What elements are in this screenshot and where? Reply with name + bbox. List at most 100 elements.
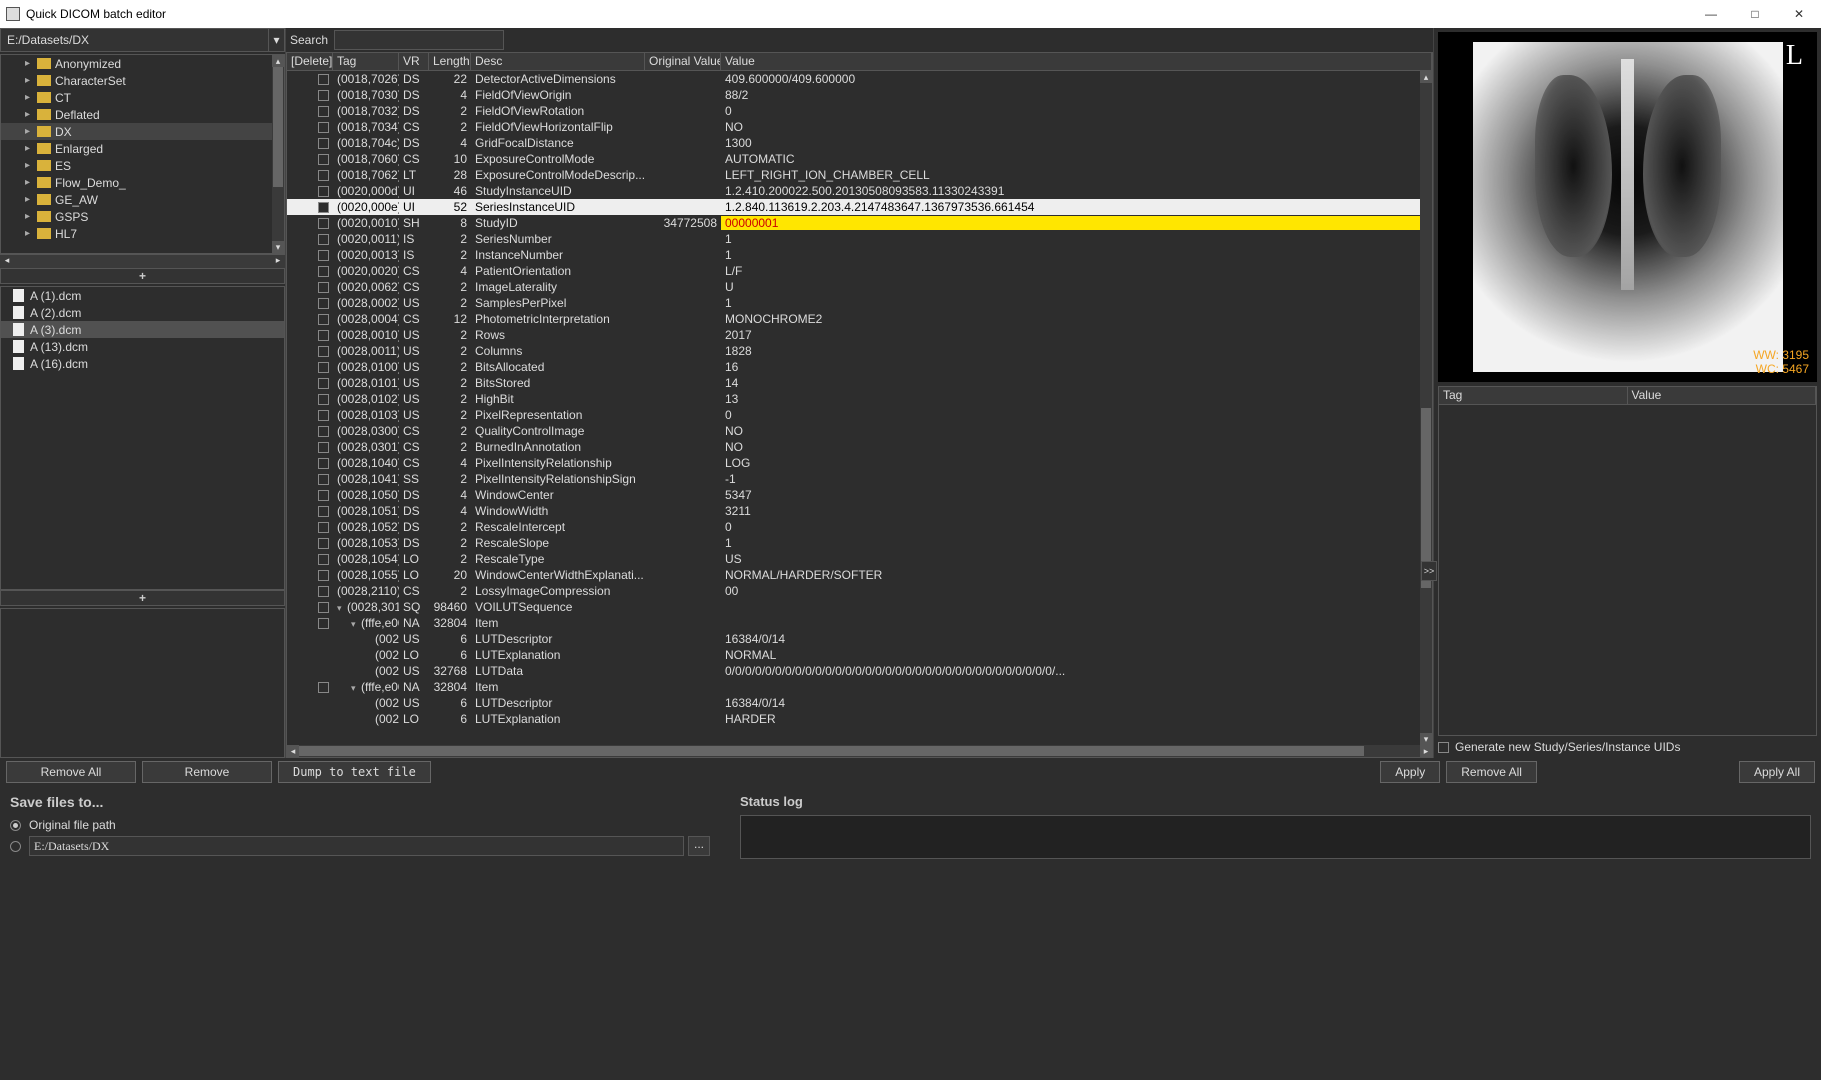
- tag-value[interactable]: HARDER: [721, 712, 1420, 726]
- tag-row[interactable]: (0020,0011)IS2SeriesNumber1: [287, 231, 1420, 247]
- tag-row[interactable]: (0028,1040)CS4PixelIntensityRelationship…: [287, 455, 1420, 471]
- delete-checkbox[interactable]: [318, 186, 329, 197]
- delete-checkbox[interactable]: [318, 394, 329, 405]
- tag-value[interactable]: 1.2.840.113619.2.203.4.2147483647.136797…: [721, 200, 1420, 214]
- delete-checkbox[interactable]: [318, 234, 329, 245]
- tag-value[interactable]: 0: [721, 104, 1420, 118]
- tag-row[interactable]: (0028,0100)US2BitsAllocated16: [287, 359, 1420, 375]
- col-value[interactable]: Value: [1628, 387, 1817, 404]
- tag-row[interactable]: (0028,0300)CS2QualityControlImageNO: [287, 423, 1420, 439]
- tag-value[interactable]: 1: [721, 248, 1420, 262]
- folder-tree[interactable]: ▸Anonymized▸CharacterSet▸CT▸Deflated▸DX▸…: [0, 54, 285, 254]
- tag-value[interactable]: 88/2: [721, 88, 1420, 102]
- tag-row[interactable]: (0018,7026)DS22DetectorActiveDimensions4…: [287, 71, 1420, 87]
- tag-value[interactable]: NORMAL/HARDER/SOFTER: [721, 568, 1420, 582]
- delete-checkbox[interactable]: [318, 362, 329, 373]
- delete-checkbox[interactable]: [318, 266, 329, 277]
- tag-row[interactable]: (0028,1053)DS2RescaleSlope1: [287, 535, 1420, 551]
- tag-row[interactable]: (0020,0062)CS2ImageLateralityU: [287, 279, 1420, 295]
- tag-value[interactable]: 14: [721, 376, 1420, 390]
- tag-value[interactable]: MONOCHROME2: [721, 312, 1420, 326]
- delete-checkbox[interactable]: [318, 170, 329, 181]
- radio-original-path[interactable]: [10, 820, 21, 831]
- delete-checkbox[interactable]: [318, 202, 329, 213]
- delete-checkbox[interactable]: [318, 602, 329, 613]
- tag-row[interactable]: (0018,7032)DS2FieldOfViewRotation0: [287, 103, 1420, 119]
- col-length[interactable]: Length: [429, 53, 471, 70]
- tag-row[interactable]: (0028,0102)US2HighBit13: [287, 391, 1420, 407]
- tag-row[interactable]: (0028,0011)US2Columns1828: [287, 343, 1420, 359]
- tag-value[interactable]: 16384/0/14: [721, 632, 1420, 646]
- folder-item[interactable]: ▸Enlarged: [1, 140, 272, 157]
- file-item[interactable]: A (3).dcm: [1, 321, 284, 338]
- expand-button[interactable]: >>: [1421, 561, 1437, 581]
- tag-value[interactable]: 00: [721, 584, 1420, 598]
- scroll-right-icon[interactable]: ▸: [271, 255, 285, 268]
- path-dropdown-icon[interactable]: ▾: [268, 29, 284, 51]
- tag-value[interactable]: 2017: [721, 328, 1420, 342]
- chevron-down-icon[interactable]: ▾: [337, 603, 347, 614]
- delete-checkbox[interactable]: [318, 218, 329, 229]
- close-button[interactable]: ✕: [1777, 0, 1821, 28]
- scroll-down-icon[interactable]: ▾: [1420, 733, 1432, 745]
- col-tag[interactable]: Tag: [1439, 387, 1628, 404]
- col-delete[interactable]: [Delete]: [287, 53, 333, 70]
- delete-checkbox[interactable]: [318, 346, 329, 357]
- tag-row[interactable]: (0020,000d)UI46StudyInstanceUID1.2.410.2…: [287, 183, 1420, 199]
- chevron-down-icon[interactable]: ▾: [351, 683, 361, 694]
- tag-value[interactable]: U: [721, 280, 1420, 294]
- delete-checkbox[interactable]: [318, 122, 329, 133]
- tag-row[interactable]: (0028,1050)DS4WindowCenter5347: [287, 487, 1420, 503]
- status-log[interactable]: [740, 815, 1811, 859]
- add-file-button[interactable]: +: [0, 590, 285, 606]
- delete-checkbox[interactable]: [318, 618, 329, 629]
- tag-row[interactable]: (0028,2110)CS2LossyImageCompression00: [287, 583, 1420, 599]
- tag-value[interactable]: NO: [721, 120, 1420, 134]
- image-preview[interactable]: L WW: 3195 WC: 5467: [1438, 32, 1817, 382]
- folder-item[interactable]: ▸CharacterSet: [1, 72, 272, 89]
- scroll-up-icon[interactable]: ▴: [272, 55, 284, 67]
- tag-value[interactable]: -1: [721, 472, 1420, 486]
- delete-checkbox[interactable]: [318, 106, 329, 117]
- tag-row[interactable]: (0028,1055)LO20WindowCenterWidthExplanat…: [287, 567, 1420, 583]
- file-item[interactable]: A (2).dcm: [1, 304, 284, 321]
- path-input[interactable]: [1, 29, 268, 51]
- tag-row[interactable]: ▾(0028,3010)SQ98460VOILUTSequence: [287, 599, 1420, 615]
- tag-row[interactable]: (0028,30...US6LUTDescriptor16384/0/14: [287, 695, 1420, 711]
- tag-table[interactable]: [Delete] Tag VR Length Desc Original Val…: [286, 52, 1433, 758]
- delete-checkbox[interactable]: [318, 570, 329, 581]
- add-folder-button[interactable]: +: [0, 268, 285, 284]
- scroll-up-icon[interactable]: ▴: [1420, 71, 1432, 83]
- tag-row[interactable]: (0028,1052)DS2RescaleIntercept0: [287, 519, 1420, 535]
- path-combobox[interactable]: ▾: [0, 28, 285, 52]
- tag-row[interactable]: (0028,30...US32768LUTData0/0/0/0/0/0/0/0…: [287, 663, 1420, 679]
- tag-value[interactable]: US: [721, 552, 1420, 566]
- tag-row[interactable]: (0018,704c)DS4GridFocalDistance1300: [287, 135, 1420, 151]
- tag-value[interactable]: 16384/0/14: [721, 696, 1420, 710]
- col-desc[interactable]: Desc: [471, 53, 645, 70]
- tag-row[interactable]: (0028,0004)CS12PhotometricInterpretation…: [287, 311, 1420, 327]
- tag-row[interactable]: (0018,7034)CS2FieldOfViewHorizontalFlipN…: [287, 119, 1420, 135]
- folder-item[interactable]: ▸DX: [1, 123, 272, 140]
- scroll-left-icon[interactable]: ◂: [287, 745, 299, 757]
- tag-row[interactable]: (0020,0010)SH8StudyID3477250800000001: [287, 215, 1420, 231]
- tag-value[interactable]: 1828: [721, 344, 1420, 358]
- tag-row[interactable]: (0018,7062)LT28ExposureControlModeDescri…: [287, 167, 1420, 183]
- folder-item[interactable]: ▸ES: [1, 157, 272, 174]
- delete-checkbox[interactable]: [318, 74, 329, 85]
- tag-value[interactable]: 1: [721, 536, 1420, 550]
- delete-checkbox[interactable]: [318, 554, 329, 565]
- apply-button[interactable]: Apply: [1380, 761, 1440, 783]
- dump-button[interactable]: Dump to text file: [278, 761, 431, 783]
- tag-value[interactable]: 409.600000/409.600000: [721, 72, 1420, 86]
- tag-value[interactable]: LEFT_RIGHT_ION_CHAMBER_CELL: [721, 168, 1420, 182]
- delete-checkbox[interactable]: [318, 682, 329, 693]
- delete-checkbox[interactable]: [318, 490, 329, 501]
- folder-item[interactable]: ▸HL7: [1, 225, 272, 242]
- minimize-button[interactable]: —: [1689, 0, 1733, 28]
- remove-all-right-button[interactable]: Remove All: [1446, 761, 1537, 783]
- tag-value[interactable]: 1: [721, 296, 1420, 310]
- tag-row[interactable]: (0028,0103)US2PixelRepresentation0: [287, 407, 1420, 423]
- scroll-down-icon[interactable]: ▾: [272, 241, 284, 253]
- tag-row[interactable]: (0028,30...LO6LUTExplanationHARDER: [287, 711, 1420, 727]
